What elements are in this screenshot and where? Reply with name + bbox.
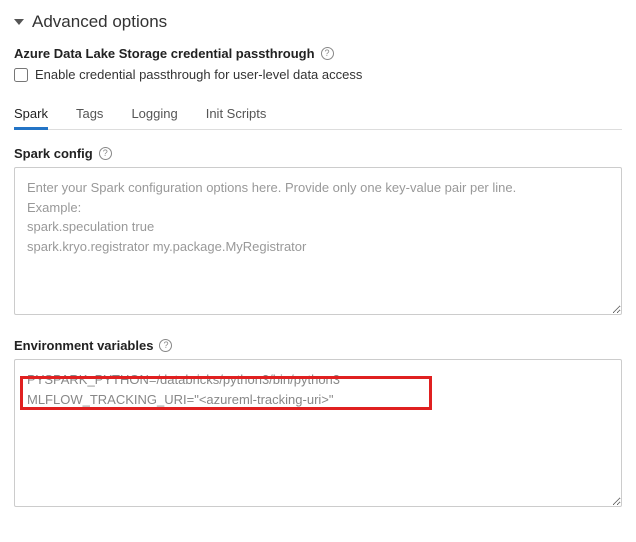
config-tabs: Spark Tags Logging Init Scripts bbox=[14, 100, 622, 130]
spark-config-label-row: Spark config ? bbox=[14, 146, 622, 161]
advanced-options-title: Advanced options bbox=[32, 12, 167, 32]
passthrough-label: Azure Data Lake Storage credential passt… bbox=[14, 46, 315, 61]
env-vars-label: Environment variables bbox=[14, 338, 153, 353]
spark-config-textarea[interactable] bbox=[14, 167, 622, 315]
passthrough-checkbox-label[interactable]: Enable credential passthrough for user-l… bbox=[35, 67, 362, 82]
help-icon[interactable]: ? bbox=[159, 339, 172, 352]
advanced-options-header[interactable]: Advanced options bbox=[14, 12, 622, 32]
tab-logging[interactable]: Logging bbox=[131, 100, 191, 129]
tab-tags[interactable]: Tags bbox=[76, 100, 117, 129]
spark-config-label: Spark config bbox=[14, 146, 93, 161]
env-vars-block: Environment variables ? bbox=[14, 338, 622, 510]
spark-config-block: Spark config ? bbox=[14, 146, 622, 318]
help-icon[interactable]: ? bbox=[99, 147, 112, 160]
caret-down-icon bbox=[14, 19, 24, 25]
passthrough-label-row: Azure Data Lake Storage credential passt… bbox=[14, 46, 622, 61]
env-vars-label-row: Environment variables ? bbox=[14, 338, 622, 353]
tab-spark[interactable]: Spark bbox=[14, 100, 62, 129]
help-icon[interactable]: ? bbox=[321, 47, 334, 60]
env-vars-textarea[interactable] bbox=[14, 359, 622, 507]
passthrough-checkbox-row: Enable credential passthrough for user-l… bbox=[14, 67, 622, 82]
passthrough-checkbox[interactable] bbox=[14, 68, 28, 82]
tab-init-scripts[interactable]: Init Scripts bbox=[206, 100, 281, 129]
